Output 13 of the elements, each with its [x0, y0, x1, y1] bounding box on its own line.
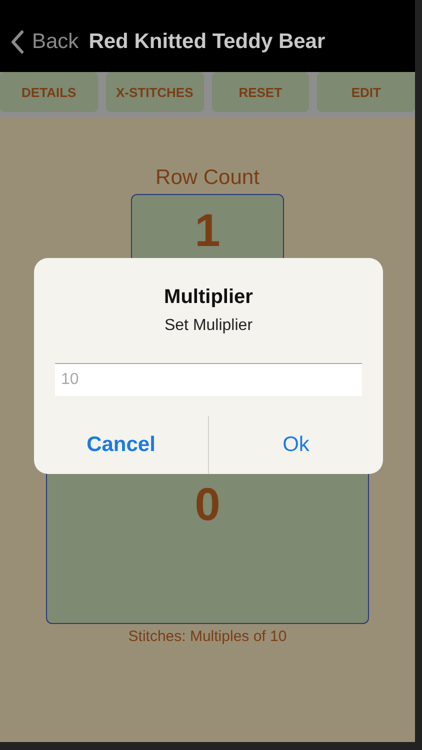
row-count-label: Row Count — [156, 166, 260, 191]
chevron-left-icon — [10, 30, 24, 54]
toolbar-button[interactable]: RESET — [212, 72, 310, 112]
back-button[interactable]: Back — [10, 30, 79, 54]
multiplier-input[interactable]: 10 — [55, 364, 362, 396]
toolbar-button[interactable]: DETAILS — [0, 72, 98, 112]
stitches-caption: Stitches: Multiples of 10 — [128, 628, 287, 645]
toolbar-button[interactable]: X-STITCHES — [106, 72, 204, 112]
dialog-message: Set Muliplier — [164, 317, 253, 335]
cancel-button[interactable]: Cancel — [34, 416, 209, 474]
toolbar-button[interactable]: EDIT — [317, 72, 415, 112]
page-title: Red Knitted Teddy Bear — [88, 30, 326, 54]
stitch-count-value: 0 — [194, 481, 220, 532]
